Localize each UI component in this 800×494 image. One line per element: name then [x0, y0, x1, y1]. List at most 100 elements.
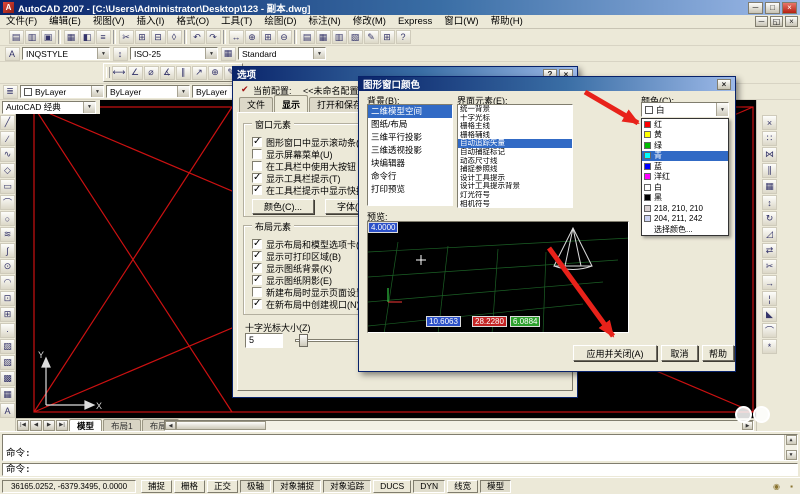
point-icon[interactable]: · [0, 323, 15, 338]
child-close-button[interactable]: × [785, 16, 798, 27]
ellipse-icon[interactable]: ⊙ [0, 259, 15, 274]
layer-properties-icon[interactable]: ≣ [2, 84, 18, 99]
rotate-icon[interactable]: ↻ [762, 211, 777, 226]
minimize-button[interactable]: ─ [748, 1, 763, 14]
chevron-down-icon[interactable]: ▼ [97, 48, 109, 59]
pan-icon[interactable]: ↔ [228, 30, 244, 44]
color-option[interactable]: 204, 211, 242 [642, 214, 728, 225]
gradient-icon[interactable]: ▧ [0, 355, 15, 370]
cancel-button[interactable]: 取消 [661, 345, 698, 361]
color-dropdown-list[interactable]: 红 黄 绿 青 蓝 洋红 白 黑 218, 210, 210 204, 211,… [641, 118, 729, 236]
checkbox-icon[interactable] [252, 274, 262, 285]
checkbox-icon[interactable] [252, 172, 262, 183]
close-button[interactable]: × [782, 1, 797, 14]
offset-icon[interactable]: ∥ [762, 163, 777, 178]
menu-item[interactable]: 工具(T) [215, 15, 258, 29]
break-icon[interactable]: ¦ [762, 291, 777, 306]
checkbox-icon[interactable] [252, 250, 262, 261]
color-option[interactable]: 218, 210, 210 [642, 203, 728, 214]
explode-icon[interactable]: * [762, 339, 777, 354]
colors-dialog-titlebar[interactable]: 图形窗口颜色 × [359, 77, 735, 91]
toolbar-lock-icon[interactable]: ▪ [785, 480, 798, 493]
layout-tab[interactable]: 布局1 [103, 419, 141, 431]
toolbar-separator[interactable] [58, 30, 61, 44]
copy-object-icon[interactable]: ∷ [762, 131, 777, 146]
cut-icon[interactable]: ✂ [118, 30, 134, 44]
qnew-icon[interactable]: ▤ [8, 30, 24, 44]
status-toggle[interactable]: DYN [413, 479, 446, 493]
array-icon[interactable]: ▦ [762, 179, 777, 194]
save-icon[interactable]: ▣ [40, 30, 56, 44]
paste-icon[interactable]: ⊟ [150, 30, 166, 44]
menu-item[interactable]: 编辑(E) [43, 15, 87, 29]
menu-item[interactable]: 帮助(H) [485, 15, 529, 29]
dim-style-icon[interactable]: ↕ [112, 46, 128, 61]
chevron-down-icon[interactable]: ▼ [83, 101, 95, 113]
chevron-down-icon[interactable]: ▼ [205, 48, 217, 59]
copy-icon[interactable]: ⊞ [134, 30, 150, 44]
hatch-icon[interactable]: ▨ [0, 339, 15, 354]
dim-radius-icon[interactable]: ⌀ [143, 65, 159, 80]
quick-leader-icon[interactable]: ↗ [191, 65, 207, 80]
context-list-item[interactable]: 打印预览 [368, 183, 452, 196]
element-list[interactable]: 统一背景 十字光标 栅格主线 栅格辅线 自动追踪矢量 自动捕捉标记 动态尺寸线 捕捉参照线 设计… [457, 104, 573, 208]
construction-line-icon[interactable]: ∕ [0, 131, 15, 146]
context-list-item[interactable]: 三维平行投影 [368, 131, 452, 144]
dim-linear-icon[interactable]: ⟷ [111, 65, 127, 80]
tab-nav-button[interactable]: |◀ [17, 419, 29, 431]
options-tab[interactable]: 文件 [239, 97, 274, 112]
element-list-item[interactable]: 设计工具提示背景 [458, 182, 572, 191]
color-option[interactable]: 白 [642, 182, 728, 193]
toolbar-separator[interactable] [294, 30, 297, 44]
mirror-icon[interactable]: ⋈ [762, 147, 777, 162]
context-list-item[interactable]: 命令行 [368, 170, 452, 183]
element-list-item[interactable]: 栅格主线 [458, 122, 572, 131]
color-option[interactable]: 选择颜色... [642, 224, 728, 235]
chamfer-icon[interactable]: ◣ [762, 307, 777, 322]
menu-item[interactable]: 修改(M) [347, 15, 392, 29]
dim-aligned-icon[interactable]: ∠ [127, 65, 143, 80]
chevron-down-icon[interactable]: ▼ [91, 86, 103, 97]
tab-nav-button[interactable]: ▶| [56, 419, 68, 431]
ellipse-arc-icon[interactable]: ◠ [0, 275, 15, 290]
context-list[interactable]: 二维模型空间 图纸/布局 三维平行投影 三维透视投影 块编辑器 命令行 打印预览 [367, 104, 453, 206]
menu-item[interactable]: 绘图(D) [258, 15, 302, 29]
element-list-item[interactable]: 设计工具提示 [458, 174, 572, 183]
checkbox-icon[interactable] [252, 262, 262, 273]
color-option[interactable]: 蓝 [642, 161, 728, 172]
circle-icon[interactable]: ○ [0, 211, 15, 226]
status-toggle[interactable]: 对象捕捉 [273, 479, 322, 493]
menu-item[interactable]: 标注(N) [303, 15, 347, 29]
maximize-button[interactable]: □ [765, 1, 780, 14]
options-tab[interactable]: 显示 [274, 95, 309, 112]
quickcalc-icon[interactable]: ⊞ [379, 30, 395, 44]
polyline-icon[interactable]: ∿ [0, 147, 15, 162]
communication-center-icon[interactable]: ◉ [770, 480, 783, 493]
zoom-previous-icon[interactable]: ⊖ [276, 30, 292, 44]
color-combo[interactable]: 白 ▼ [641, 102, 729, 117]
element-list-item[interactable]: 十字光标 [458, 114, 572, 123]
color-option[interactable]: 黄 [642, 130, 728, 141]
element-list-item[interactable]: 捕捉参照线 [458, 165, 572, 174]
redo-icon[interactable]: ↷ [205, 30, 221, 44]
color-option[interactable]: 红 [642, 119, 728, 130]
tab-nav-button[interactable]: ▶ [43, 419, 55, 431]
dim-angular-icon[interactable]: ∡ [159, 65, 175, 80]
checkbox-icon[interactable] [252, 298, 262, 309]
status-toggle[interactable]: DUCS [373, 479, 412, 493]
tolerance-icon[interactable]: ⊕ [207, 65, 223, 80]
dim-style-combo[interactable]: ISO-25 ▼ [130, 47, 218, 60]
child-minimize-button[interactable]: ─ [755, 16, 768, 27]
scrollbar-thumb[interactable] [176, 421, 266, 430]
element-list-item[interactable]: 统一背景 [458, 105, 572, 114]
toolbar-separator[interactable] [113, 30, 116, 44]
chevron-down-icon[interactable]: ▼ [716, 103, 728, 116]
checkbox-icon[interactable] [252, 136, 262, 147]
zoom-window-icon[interactable]: ⊞ [260, 30, 276, 44]
dim-continue-icon[interactable]: ∥ [175, 65, 191, 80]
element-list-item[interactable]: 栅格辅线 [458, 131, 572, 140]
menu-item[interactable]: 插入(I) [130, 15, 170, 29]
layout-tab[interactable]: 模型 [69, 419, 103, 431]
designcenter-icon[interactable]: ▦ [315, 30, 331, 44]
table-style-combo[interactable]: Standard ▼ [238, 47, 326, 60]
